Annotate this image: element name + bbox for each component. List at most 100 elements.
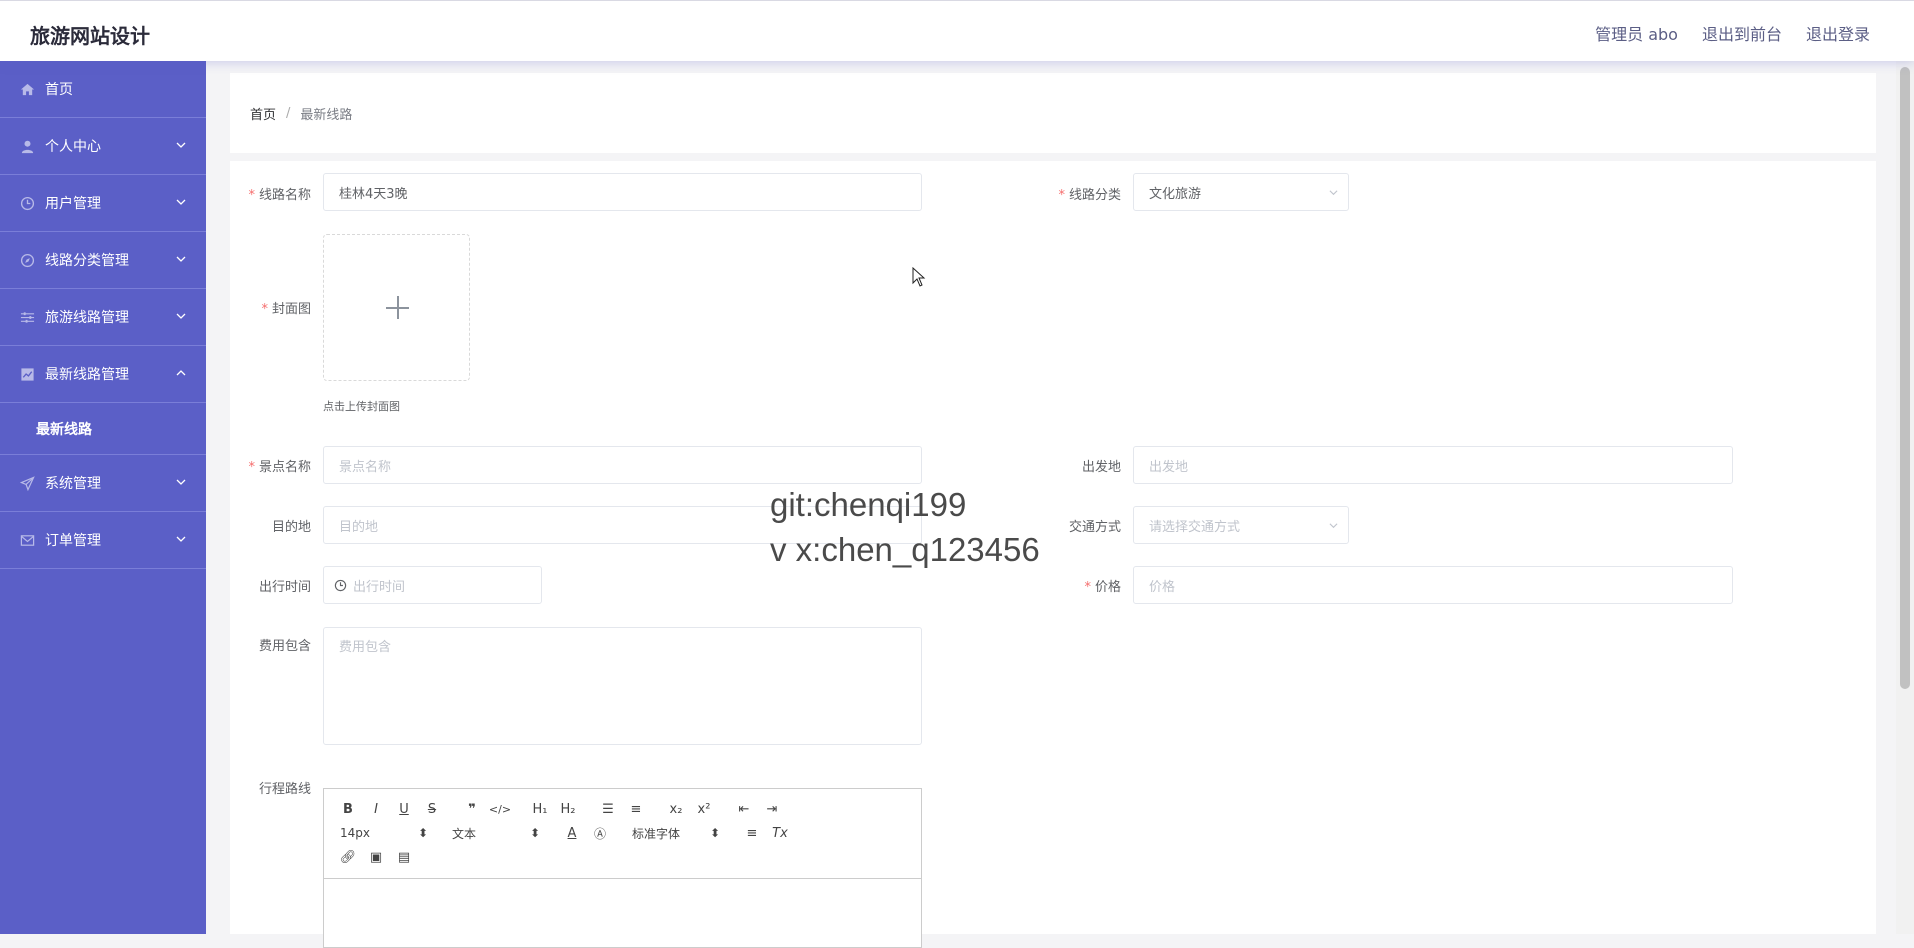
exit-to-front-link[interactable]: 退出到前台 — [1702, 21, 1782, 45]
breadcrumb-current: 最新线路 — [300, 107, 353, 123]
sidebar-item-label: 系统管理 — [45, 476, 101, 492]
sidebar-item-label: 订单管理 — [45, 533, 101, 549]
underline-icon[interactable]: U — [390, 798, 418, 820]
sidebar-subitem-latest-route[interactable]: 最新线路 — [0, 403, 206, 455]
bold-icon[interactable]: B — [334, 798, 362, 820]
watermark-line-2: v x:chen_q123456 — [770, 531, 1040, 568]
sidebar-item-label: 旅游线路管理 — [45, 310, 129, 326]
blockquote-icon[interactable]: ❞ — [458, 798, 486, 820]
italic-icon[interactable]: I — [362, 798, 390, 820]
superscript-icon[interactable]: x² — [690, 798, 718, 820]
sidebar-item-travel-route[interactable]: 旅游线路管理 — [0, 289, 206, 346]
background-color-icon[interactable]: Ⓐ — [586, 822, 614, 844]
code-icon[interactable]: </> — [486, 798, 514, 820]
send-icon — [20, 475, 35, 491]
route-name-input[interactable]: 桂林4天3晚 — [323, 173, 922, 211]
editor-toolbar: B I U S ❞ </> H₁ H₂ ☰ ≡ x₂ x² ⇤ ⇥ 14px ⬍ … — [324, 789, 921, 879]
heading1-icon[interactable]: H₁ — [526, 798, 554, 820]
cover-upload-tip: 点击上传封面图 — [323, 400, 400, 413]
image-icon[interactable]: ▣ — [362, 846, 390, 868]
mouse-cursor-icon — [912, 267, 926, 287]
header-links: 管理员 abo 退出到前台 退出登录 — [1595, 21, 1870, 45]
cover-label: * 封面图 — [261, 302, 311, 317]
chevron-down-icon — [1329, 523, 1338, 529]
travel-time-label: 出行时间 — [258, 580, 311, 595]
outdent-icon[interactable]: ⇤ — [730, 798, 758, 820]
itinerary-editor: B I U S ❞ </> H₁ H₂ ☰ ≡ x₂ x² ⇤ ⇥ 14px ⬍ … — [323, 788, 922, 948]
scenic-name-label: * 景点名称 — [248, 460, 311, 475]
align-icon[interactable]: ≡ — [738, 822, 766, 844]
route-name-label: * 线路名称 — [248, 188, 311, 203]
transport-label: 交通方式 — [1068, 520, 1121, 535]
route-category-label: * 线路分类 — [1058, 188, 1121, 203]
price-input[interactable]: 价格 — [1133, 566, 1733, 604]
scenic-name-input[interactable]: 景点名称 — [323, 446, 922, 484]
travel-time-placeholder: 出行时间 — [353, 579, 406, 595]
sidebar-item-home[interactable]: 首页 — [0, 61, 206, 118]
transport-placeholder: 请选择交通方式 — [1149, 519, 1241, 535]
transport-select[interactable]: 请选择交通方式 — [1133, 506, 1349, 544]
select-arrows-icon: ⬍ — [709, 826, 720, 840]
logout-link[interactable]: 退出登录 — [1806, 21, 1870, 45]
sidebar-item-route-category[interactable]: 线路分类管理 — [0, 232, 206, 289]
subscript-icon[interactable]: x₂ — [662, 798, 690, 820]
destination-label: 目的地 — [271, 520, 311, 535]
route-category-select[interactable]: 文化旅游 — [1133, 173, 1349, 211]
chart-icon — [20, 367, 35, 382]
chevron-up-icon — [176, 370, 186, 376]
breadcrumb: 首页 / 最新线路 — [230, 73, 1876, 153]
mail-icon — [20, 533, 35, 548]
video-icon[interactable]: ▤ — [390, 846, 418, 868]
watermark-line-1: git:chenqi199 — [770, 486, 967, 523]
cover-upload[interactable] — [323, 234, 470, 381]
sidebar-item-label: 个人中心 — [45, 139, 101, 155]
font-family-select[interactable]: 标准字体 ⬍ — [626, 822, 726, 844]
chevron-down-icon — [176, 313, 186, 319]
font-size-select[interactable]: 14px ⬍ — [334, 822, 434, 844]
page-scrollbar[interactable] — [1896, 61, 1914, 934]
bullet-list-icon[interactable]: ≡ — [622, 798, 650, 820]
scrollbar-thumb[interactable] — [1900, 67, 1910, 689]
departure-label: 出发地 — [1081, 460, 1121, 475]
select-arrows-icon: ⬍ — [417, 826, 428, 840]
indent-icon[interactable]: ⇥ — [758, 798, 786, 820]
link-icon[interactable]: 🔗︎ — [334, 846, 362, 868]
sidebar-item-label: 最新线路管理 — [45, 367, 129, 383]
heading2-icon[interactable]: H₂ — [554, 798, 582, 820]
chevron-down-icon — [176, 479, 186, 485]
select-arrows-icon: ⬍ — [529, 826, 540, 840]
route-category-value: 文化旅游 — [1149, 186, 1202, 202]
plus-icon-vertical — [397, 296, 399, 319]
chevron-down-icon — [1329, 190, 1338, 196]
user-icon — [20, 139, 35, 154]
fee-includes-textarea[interactable]: 费用包含 — [323, 627, 922, 745]
fee-includes-label: 费用包含 — [258, 639, 311, 654]
sliders-icon — [20, 310, 35, 325]
font-color-icon[interactable]: A — [558, 822, 586, 844]
itinerary-label: 行程路线 — [258, 782, 311, 797]
sidebar-item-order-management[interactable]: 订单管理 — [0, 512, 206, 569]
departure-input[interactable]: 出发地 — [1133, 446, 1733, 484]
sidebar-item-system-management[interactable]: 系统管理 — [0, 455, 206, 512]
sidebar-item-user-management[interactable]: 用户管理 — [0, 175, 206, 232]
clock-icon — [20, 196, 35, 211]
app-title: 旅游网站设计 — [30, 24, 150, 48]
watermark: git:chenqi199 v x:chen_q123456 — [770, 482, 1040, 572]
sidebar-item-label: 首页 — [45, 82, 73, 98]
top-bar: 旅游网站设计 管理员 abo 退出到前台 退出登录 — [0, 0, 1914, 61]
price-label: * 价格 — [1084, 580, 1121, 595]
strikethrough-icon[interactable]: S — [418, 798, 446, 820]
sidebar-item-personal-center[interactable]: 个人中心 — [0, 118, 206, 175]
clear-format-icon[interactable]: Tx — [766, 822, 794, 844]
home-icon — [20, 82, 35, 97]
sidebar: 首页 个人中心 用户管理 线路分类管理 旅游线路管理 最新线路管理 最新线路 系… — [0, 61, 206, 934]
text-type-select[interactable]: 文本 ⬍ — [446, 822, 546, 844]
breadcrumb-home[interactable]: 首页 — [250, 104, 276, 123]
ordered-list-icon[interactable]: ☰ — [594, 798, 622, 820]
chevron-down-icon — [176, 142, 186, 148]
chevron-down-icon — [176, 199, 186, 205]
admin-user-label[interactable]: 管理员 abo — [1595, 21, 1678, 45]
travel-time-picker[interactable]: 出行时间 — [323, 566, 542, 604]
sidebar-item-label: 线路分类管理 — [45, 253, 129, 269]
sidebar-item-latest-route-mgmt[interactable]: 最新线路管理 — [0, 346, 206, 403]
